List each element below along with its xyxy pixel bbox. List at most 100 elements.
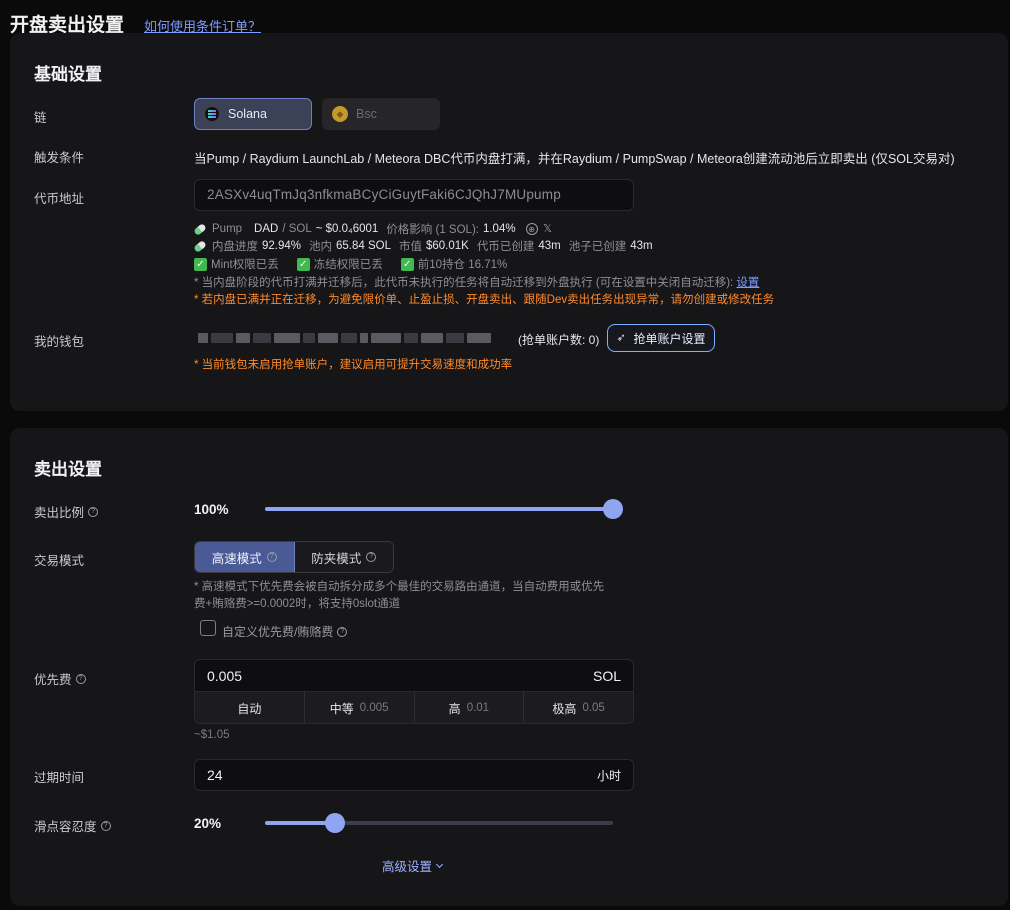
migrate-warning: * 若内盘已满并正在迁移，为避免限价单、止盈止损、开盘卖出、跟随Dev卖出任务出… (194, 294, 775, 306)
fee-preset-label: 高 (448, 701, 461, 716)
pool-label: 池内 (309, 241, 333, 253)
expire-input[interactable]: 24 小时 (194, 759, 634, 791)
advanced-settings-toggle[interactable]: 高级设置 (382, 856, 444, 875)
fee-presets: 自动 中等 0.005 高 0.01 极高 0.05 (195, 692, 633, 723)
custom-fee-label-text: 自定义优先费/贿赂费 (222, 625, 334, 639)
help-icon[interactable]: ? (337, 626, 348, 637)
basic-settings-title: 基础设置 (34, 65, 102, 84)
mode-fast-button[interactable]: 高速模式 ? (195, 542, 295, 572)
migrate-note: * 当内盘阶段的代币打满并迁移后，此代币未执行的任务将自动迁移到外盘执行 (可在… (194, 274, 759, 290)
mcap-value: $60.01K (426, 240, 469, 252)
mode-antimev-button[interactable]: 防夹模式 ? (294, 542, 393, 572)
rocket-icon: ➶ (616, 332, 626, 344)
slippage-label-text: 滑点容忍度 (34, 820, 97, 834)
help-icon[interactable]: ? (366, 552, 377, 562)
security-checks: ✓ Mint权限已丢 ✓ 冻结权限已丢 ✓ 前10持仓 16.71% (194, 256, 507, 272)
trigger-text: 当Pump / Raydium LaunchLab / Meteora DBC代… (194, 152, 955, 166)
sell-ratio-label-text: 卖出比例 (34, 506, 85, 520)
token-price: ~ $0.0₄6001 (315, 223, 379, 235)
trigger-label: 触发条件 (34, 151, 85, 165)
token-address-input[interactable]: 2ASXv4uqTmJq3nfkmaBCyCiGuytFaki6CJQhJ7MU… (194, 179, 634, 211)
sell-ratio-value: 100% (194, 502, 229, 517)
custom-fee-label: 自定义优先费/贿赂费 ? (222, 623, 348, 640)
fee-preset-label: 极高 (552, 701, 577, 716)
check-icon: ✓ (296, 257, 310, 271)
priority-fee-label: 优先费 ? (34, 669, 86, 688)
bnb-icon: ◆ (332, 106, 348, 122)
mode-note-2: 费+贿赂费>=0.0002时，将支持0slot通道 (194, 598, 401, 610)
sell-ratio-slider[interactable] (265, 499, 623, 519)
chain-option-bsc[interactable]: ◆ Bsc (322, 98, 440, 130)
trade-mode-label: 交易模式 (34, 554, 85, 568)
fee-preset-medium[interactable]: 中等 0.005 (305, 692, 415, 723)
token-created-label: 代币已创建 (476, 241, 535, 253)
priority-fee-unit: SOL (592, 667, 621, 684)
fee-preset-value: 0.01 (466, 702, 490, 714)
check-top10: 前10持仓 16.71% (417, 259, 508, 271)
chain-option-solana[interactable]: Solana (194, 98, 312, 130)
progress-value: 92.94% (262, 240, 302, 252)
sell-settings-card: 卖出设置 卖出比例 ? 100% 交易模式 高速模式 ? 防夹模式 ? * 高速… (10, 428, 1008, 906)
fee-preset-ultra[interactable]: 极高 0.05 (524, 692, 633, 723)
platform-name: Pump (212, 223, 243, 235)
check-freeze: 冻结权限已丢 (313, 259, 383, 271)
check-icon: ✓ (194, 257, 207, 271)
price-impact-value: 1.04% (482, 223, 516, 235)
x-twitter-icon[interactable]: 𝕏 (542, 223, 554, 235)
progress-label: 内盘进度 (212, 241, 258, 253)
token-info-line-1: Pump DAD / SOL ~ $0.0₄6001 价格影响 (1 SOL):… (193, 221, 554, 237)
grab-button-label: 抢单账户设置 (633, 331, 706, 346)
expire-value: 24 (207, 767, 223, 783)
quote-symbol: / SOL (282, 223, 312, 235)
chain-label: 链 (34, 111, 47, 125)
fee-preset-value: 0.005 (359, 702, 389, 714)
token-address-label: 代币地址 (34, 192, 85, 206)
slider-thumb[interactable] (324, 813, 345, 833)
custom-fee-checkbox[interactable] (200, 620, 216, 636)
pill-icon (193, 239, 207, 253)
price-impact-label: 价格影响 (1 SOL): (386, 224, 479, 236)
solana-icon (204, 106, 220, 122)
mode-note-1: * 高速模式下优先费会被自动拆分成多个最佳的交易路由通道，当自动费用或优先 (194, 581, 605, 593)
help-icon[interactable]: ? (100, 820, 111, 831)
fee-preset-auto[interactable]: 自动 (195, 692, 305, 723)
basic-settings-card: 基础设置 链 Solana ◆ Bsc 触发条件 当Pump / Raydium… (10, 33, 1008, 411)
grab-account-count: (抢单账户数: 0) (518, 333, 600, 347)
fee-preset-high[interactable]: 高 0.01 (415, 692, 525, 723)
slider-thumb[interactable] (603, 499, 623, 519)
help-icon[interactable]: ? (266, 552, 277, 562)
slippage-value: 20% (194, 816, 222, 831)
globe-icon[interactable]: ⊕ (525, 223, 538, 235)
priority-fee-box: 0.005 SOL 自动 中等 0.005 高 0.01 极高 0.05 (194, 659, 634, 724)
slippage-slider[interactable] (265, 813, 613, 833)
chevron-down-icon (435, 860, 444, 868)
pill-icon (193, 222, 207, 236)
fee-preset-label: 自动 (237, 701, 262, 716)
sell-ratio-label: 卖出比例 ? (34, 502, 99, 521)
fee-preset-label: 中等 (329, 701, 354, 716)
check-mint: Mint权限已丢 (211, 259, 279, 271)
pool-created-value: 43m (630, 240, 653, 252)
check-icon: ✓ (400, 257, 414, 271)
wallet-warning: * 当前钱包未启用抢单账户，建议启用可提升交易速度和成功率 (194, 359, 513, 371)
trade-mode-toggle: 高速模式 ? 防夹模式 ? (194, 541, 394, 573)
migrate-settings-link[interactable]: 设置 (736, 277, 759, 289)
priority-fee-value: 0.005 (207, 667, 243, 684)
fee-preset-value: 0.05 (582, 702, 605, 714)
help-icon[interactable]: ? (88, 506, 99, 517)
pool-value: 65.84 SOL (336, 240, 391, 252)
grab-account-settings-button[interactable]: ➶ 抢单账户设置 (607, 324, 715, 352)
expire-label: 过期时间 (34, 771, 85, 785)
pool-created-label: 池子已创建 (568, 241, 627, 253)
priority-fee-usd: ~$1.05 (194, 729, 230, 741)
priority-fee-input[interactable]: 0.005 SOL (195, 660, 633, 692)
migrate-note-text: * 当内盘阶段的代币打满并迁移后，此代币未执行的任务将自动迁移到外盘执行 (可在… (194, 277, 734, 289)
sell-settings-title: 卖出设置 (34, 460, 102, 479)
help-icon[interactable]: ? (75, 673, 86, 684)
wallet-address-redacted (198, 331, 510, 345)
token-info-line-2: 内盘进度 92.94% 池内 65.84 SOL 市值 $60.01K 代币已创… (193, 238, 653, 254)
chain-option-label: Solana (228, 107, 267, 121)
token-created-value: 43m (538, 240, 561, 252)
mode-fast-label: 高速模式 (211, 551, 262, 566)
priority-fee-label-text: 优先费 (34, 673, 72, 687)
